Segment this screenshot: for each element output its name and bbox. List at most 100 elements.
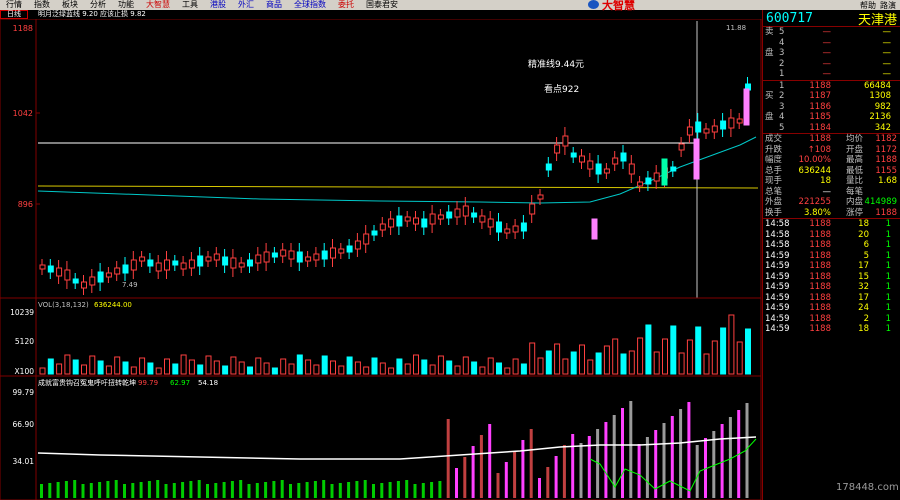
osc-bar [189,481,193,498]
tick-row: 14:59 1188 15 1 [763,272,900,283]
buy-row[interactable]: 盘 4 1185 2136 [763,112,900,123]
volume-bar [89,355,96,375]
tick-price: 1188 [809,250,831,261]
menu-item-5[interactable]: 大智慧 [140,0,176,10]
tick-count: 1 [885,250,891,261]
sell-volume: — [882,58,892,69]
precision-line-label: 精准线9.44元 [528,58,584,70]
candle-body [591,218,598,240]
osc-bar [313,481,317,498]
osc-bar [89,483,93,498]
buy-row[interactable]: 1 1188 66484 [763,81,900,92]
menu-item-10[interactable]: 全球指数 [288,0,332,10]
candle-body [446,211,453,219]
menu-item-3[interactable]: 分析 [84,0,112,10]
buy-level: 3 [779,101,785,112]
tick-time: 14:59 [765,250,790,261]
candle-body [562,135,569,147]
sell-side [765,59,779,70]
candle-body [247,259,253,267]
osc-title: 成就富贵钩召冤鬼呼吁扭转乾坤 [38,378,136,387]
stat-label: 升跌 [765,144,783,155]
menu-item-7[interactable]: 港股 [204,0,232,10]
volume-bar [97,360,104,375]
osc-bar [347,482,351,498]
candle-body [479,215,486,223]
candle-body [504,228,511,234]
volume-bar [720,327,727,375]
sell-level: 4 [779,37,785,48]
candle-body [620,152,627,162]
volume-bar [703,353,710,375]
osc-bar [305,482,309,498]
stat-value: 221255 [798,197,831,207]
period-tab[interactable]: 日线 [0,10,28,19]
candle-body [554,144,561,154]
tick-row: 14:59 1188 18 1 [763,324,900,335]
menu-item-12[interactable]: 国泰君安 [360,0,404,10]
osc-bar [81,484,85,498]
sell-volume: — [882,48,892,58]
sell-row[interactable]: 卖 5 — — [763,27,900,38]
stat-value [863,187,897,198]
candle-body [520,222,527,232]
candle-body [188,259,195,269]
osc-bar [496,473,500,498]
stat-value: 1188 [809,134,831,144]
volume-bar [164,358,170,375]
menu-item-8[interactable]: 外汇 [232,0,260,10]
tick-price: 1188 [809,261,831,271]
osc-bar [529,429,533,498]
menu-item-1[interactable]: 指数 [28,0,56,10]
kline-chart-area[interactable]: 1188 1042 896 精准线9.44元 看点922 11.88 7.49 … [0,19,762,500]
volume-bar [172,363,179,375]
volume-bar [446,360,453,375]
candle-body [288,250,295,260]
tick-count: 1 [885,282,891,292]
tick-volume: 32 [858,282,869,292]
tick-price: 1188 [809,282,831,292]
osc-bar [438,481,442,498]
osc-bar [571,434,575,498]
stat-value: 1188 [875,207,897,218]
brand-name: 大智慧 [602,0,635,12]
menu-item-4[interactable]: 功能 [112,0,140,10]
candle-body [296,251,303,263]
buy-row[interactable]: 5 1184 342 [763,123,900,134]
menu-item-2[interactable]: 板块 [56,0,84,10]
osc-bar [255,483,259,498]
buy-row[interactable]: 买 2 1187 1308 [763,91,900,102]
watch-point-label: 看点922 [544,83,579,95]
sell-row[interactable]: 1 — — [763,69,900,80]
kline-chart-svg[interactable]: 1188 1042 896 精准线9.44元 看点922 11.88 7.49 … [0,19,762,500]
buy-row[interactable]: 3 1186 982 [763,102,900,113]
volume-bar [114,356,121,375]
candle-body [56,267,63,277]
menu-item-6[interactable]: 工具 [176,0,204,10]
volume-bar [487,357,494,375]
sell-row[interactable]: 2 — — [763,59,900,70]
candle-body [437,214,444,220]
osc-bar [554,456,558,498]
tick-price: 1188 [809,303,831,313]
candle-body [130,259,137,271]
tick-count: 1 [885,240,891,250]
stat-label: 内盘 [845,197,863,207]
volume-bar [462,356,469,375]
stock-code[interactable]: 600717 [766,11,813,26]
osc-bar [421,483,425,498]
volume-bar [64,354,71,375]
sell-row[interactable]: 盘 3 — — [763,48,900,59]
menu-item-11[interactable]: 委托 [332,0,360,10]
menu-item-0[interactable]: 行情 [0,0,28,10]
osc-v2: 62.97 [170,379,190,387]
stock-name[interactable]: 天津港 [858,9,897,28]
candle-body [743,88,750,126]
sell-row[interactable]: 4 — — [763,38,900,49]
stat-row: 成交 1188 均价 1182 [763,134,900,145]
osc-bar [712,431,716,498]
menu-item-9[interactable]: 商品 [260,0,288,10]
candle-body [379,223,386,231]
volume-bar [338,365,345,375]
tick-price: 1188 [809,292,831,303]
